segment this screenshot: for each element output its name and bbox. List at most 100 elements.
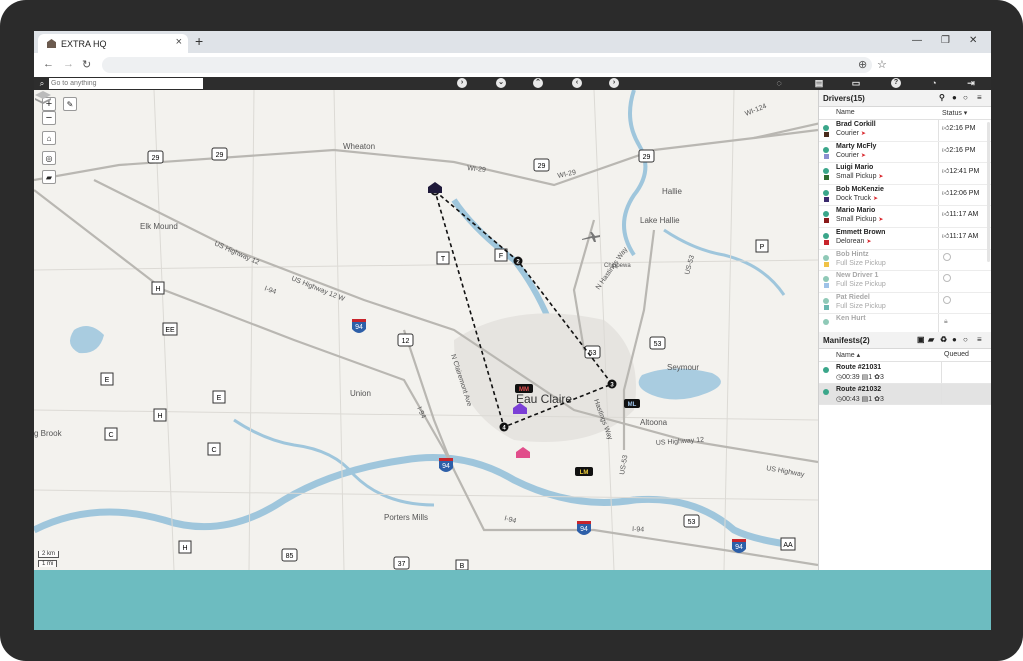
- search-icon[interactable]: ⌕: [35, 78, 49, 89]
- zoom-icon[interactable]: ⊕: [858, 58, 867, 71]
- truck-filter-icon[interactable]: ▰: [928, 335, 934, 344]
- road-label: I-94: [263, 285, 277, 296]
- app-favicon-icon: [47, 39, 56, 48]
- tab-close-icon[interactable]: ×: [176, 36, 182, 48]
- driver-row[interactable]: Bob Hintz Full Size Pickup: [819, 249, 991, 272]
- driver-row[interactable]: Pat Riedel Full Size Pickup: [819, 292, 991, 315]
- browser-navbar: ← → ↻ ⊕ ☆: [34, 53, 991, 78]
- manifest-time: 00:43: [842, 395, 860, 403]
- shield-text: H: [182, 545, 187, 552]
- driver-status-time: 2:16 PM: [949, 125, 976, 132]
- zoom-out-button[interactable]: −: [42, 111, 56, 125]
- navigation-arrow-icon: ➤: [878, 217, 884, 224]
- urban-area: [454, 313, 636, 442]
- driver-row[interactable]: Mario Mario Small Pickup ➤ 👍︎11:17 AM: [819, 206, 991, 228]
- edit-icon[interactable]: ✎: [63, 97, 77, 111]
- driver-row[interactable]: New Driver 1 Full Size Pickup: [819, 271, 991, 293]
- recycle-icon[interactable]: ♻: [940, 335, 947, 344]
- manifest-row[interactable]: Route #21031 ◷00:39 ▤1 ✿3: [819, 362, 991, 384]
- driver-row[interactable]: Marty McFly Courier ➤ 👍︎2:16 PM: [819, 141, 991, 164]
- shield-text: 94: [355, 324, 363, 331]
- back-button[interactable]: ←: [43, 58, 54, 70]
- manifest-list: Route #21031 ◷00:39 ▤1 ✿3 Route #21032 ◷00:…: [819, 362, 991, 405]
- manifest-row[interactable]: Route #21032 ◷00:43 ▤1 ✿3: [819, 383, 991, 405]
- pin-icon[interactable]: ⚲: [939, 93, 945, 102]
- driver-color-swatch: [824, 218, 829, 224]
- browser-tab[interactable]: EXTRA HQ ×: [38, 34, 188, 53]
- new-tab-button[interactable]: +: [195, 33, 203, 49]
- driver-name: Mario Mario: [836, 207, 876, 215]
- navigation-arrow-icon: ➤: [878, 174, 884, 181]
- layers-icon[interactable]: [34, 90, 52, 106]
- driver-list-scrollbar[interactable]: [987, 122, 990, 262]
- driver-row[interactable]: Emmett Brown Delorean ➤ 👍︎11:17 AM: [819, 227, 991, 250]
- col-name[interactable]: Name: [836, 109, 855, 116]
- menu-icon[interactable]: ≡: [977, 335, 982, 344]
- col-name[interactable]: Name ▴: [836, 351, 860, 359]
- forward-button[interactable]: →: [63, 58, 74, 70]
- shield-29b: 29: [211, 147, 228, 161]
- map-view[interactable]: 29 29 29 29 12 53 53 53 94 94 94 94 85 3…: [34, 90, 818, 570]
- road-label: I-94: [503, 515, 517, 525]
- chat-icon[interactable]: ◌: [774, 78, 784, 88]
- driver-status-dot: [823, 211, 829, 218]
- place-label: Wheaton: [343, 142, 375, 151]
- shield-text: C: [108, 432, 113, 439]
- close-window-button[interactable]: ✕: [969, 35, 977, 46]
- minimize-button[interactable]: —: [912, 35, 922, 46]
- place-label: Hallie: [662, 187, 683, 196]
- driver-status-dot: [823, 232, 829, 239]
- driver-row[interactable]: Brad Corkill Courier ➤ 👍︎2:16 PM: [819, 120, 991, 142]
- filter-filled-icon[interactable]: ●: [952, 335, 957, 344]
- nav-up-icon[interactable]: ⌃: [533, 78, 543, 88]
- truck-icon[interactable]: ▰: [42, 170, 56, 184]
- nav-down-icon[interactable]: ⌄: [496, 78, 506, 88]
- shield-53c: 53: [683, 514, 700, 528]
- help-icon[interactable]: ?: [891, 78, 901, 88]
- driver-status-time: 12:06 PM: [949, 189, 980, 197]
- driver-row[interactable]: Luigi Mario Small Pickup ➤ 👍︎12:41 PM: [819, 163, 991, 185]
- road-label: US Highway 12: [656, 437, 705, 447]
- manifests-title: Manifests(2): [823, 336, 870, 345]
- driver-color-swatch: [824, 239, 829, 245]
- logout-icon[interactable]: ⇥: [966, 78, 976, 88]
- driver-status-dot: [823, 168, 829, 175]
- nav-prev-icon[interactable]: ‹: [572, 78, 582, 88]
- place-label: Elk Mound: [140, 222, 178, 231]
- monitor-icon[interactable]: ▭: [851, 78, 861, 88]
- manifest-count-2: 3: [879, 395, 884, 403]
- manifest-status-dot: [823, 367, 829, 373]
- shield-text: 94: [580, 526, 588, 533]
- bookmark-star-icon[interactable]: ☆: [877, 58, 887, 71]
- reload-button[interactable]: ↻: [82, 58, 91, 71]
- navigation-arrow-icon: ➤: [872, 195, 878, 202]
- filter-filled-icon[interactable]: ●: [952, 93, 957, 102]
- shield-text: 29: [216, 152, 224, 159]
- driver-color-swatch: [824, 196, 829, 202]
- nav-next-icon[interactable]: ›: [457, 78, 467, 88]
- go-to-anything-input[interactable]: [51, 78, 201, 89]
- shield-text: 29: [152, 155, 160, 162]
- home-icon[interactable]: ⌂: [42, 131, 56, 145]
- locate-icon[interactable]: ◎: [42, 151, 56, 165]
- dashboard-icon[interactable]: ◔: [929, 78, 939, 88]
- menu-icon[interactable]: ≡: [977, 93, 982, 102]
- driver-status-time: 12:41 PM: [949, 168, 980, 176]
- restore-button[interactable]: ❐: [941, 35, 950, 46]
- address-bar[interactable]: [102, 57, 872, 73]
- side-panel: Drivers(15) ⚲ ● ○ ≡ Name Status ▾ Brad C…: [818, 90, 991, 570]
- nav-forward-icon[interactable]: ›: [609, 78, 619, 88]
- col-status[interactable]: Status ▾: [942, 109, 967, 117]
- briefcase-icon[interactable]: ▤: [814, 78, 824, 88]
- driver-row[interactable]: Bob McKenzie Dock Truck ➤ 👍︎12:06 PM: [819, 184, 991, 207]
- airport-icon: [582, 232, 600, 242]
- col-queued[interactable]: Queued: [944, 351, 969, 358]
- save-icon[interactable]: ▣: [917, 335, 925, 344]
- shield-text: 53: [688, 519, 696, 526]
- driver-color-swatch: [824, 153, 829, 159]
- filter-empty-icon[interactable]: ○: [963, 335, 968, 344]
- shield-text: 94: [735, 544, 743, 551]
- manifest-count-1: 1: [868, 395, 873, 403]
- filter-empty-icon[interactable]: ○: [963, 93, 968, 102]
- column-divider: [941, 362, 942, 383]
